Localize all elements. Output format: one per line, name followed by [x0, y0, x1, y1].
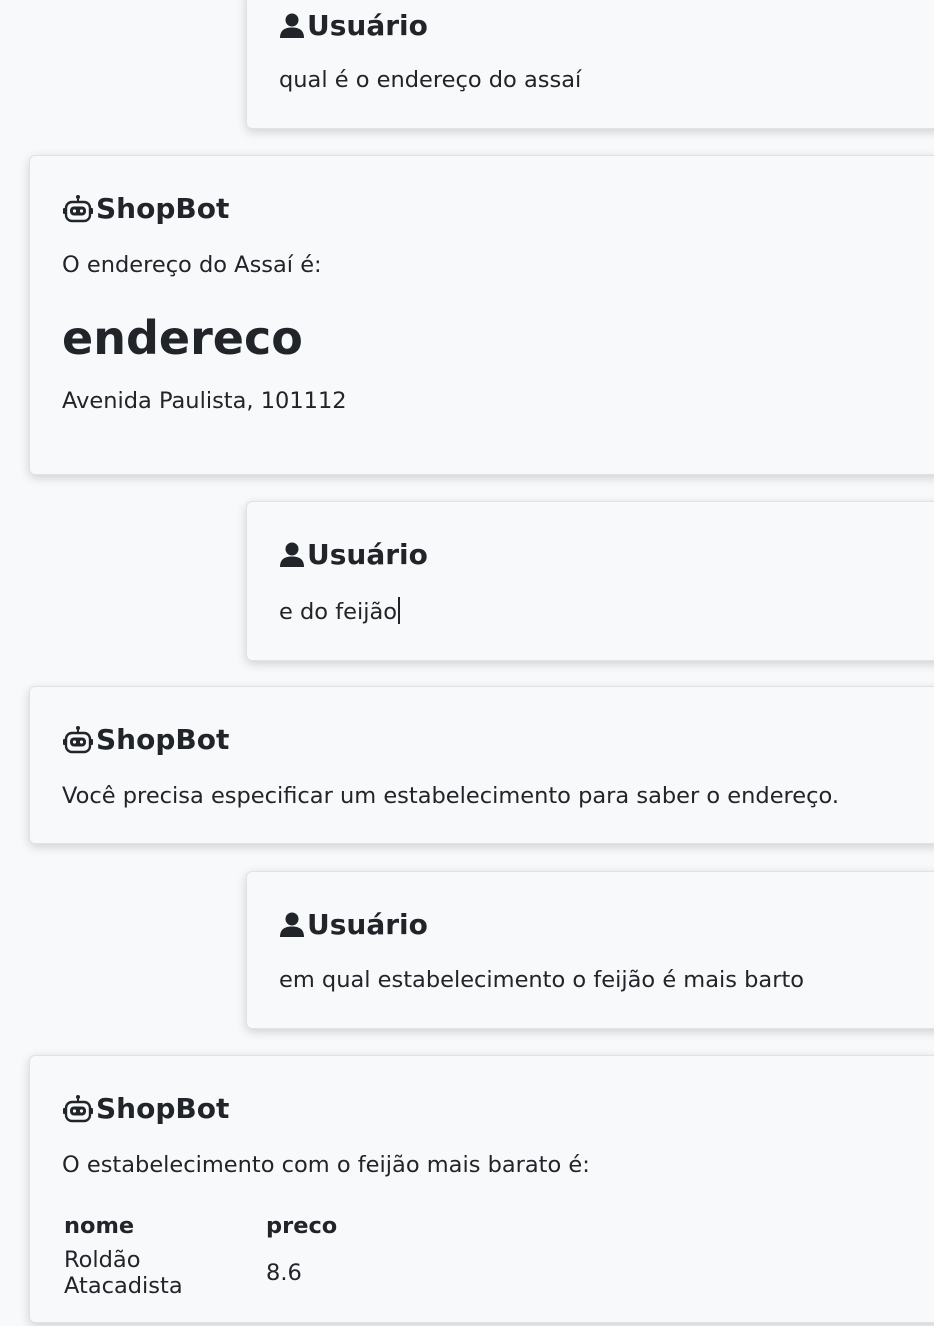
sender-name: ShopBot	[96, 192, 230, 225]
message-text: qual é o endereço do assaí	[279, 67, 582, 93]
user-icon	[279, 541, 305, 569]
robot-icon	[62, 725, 94, 755]
message-header: Usuário	[279, 9, 428, 42]
sender-name: Usuário	[307, 538, 428, 571]
result-heading: endereco	[62, 311, 303, 365]
cell-preco: 8.6	[266, 1260, 302, 1286]
user-message-3: Usuário em qual estabelecimento o feijão…	[246, 871, 934, 1029]
user-message-2: Usuário e do feijão	[246, 501, 934, 661]
message-header: ShopBot	[62, 192, 229, 225]
sender-name: ShopBot	[96, 723, 230, 756]
robot-icon	[62, 194, 94, 224]
message-header: Usuário	[279, 908, 428, 941]
column-header-preco: preco	[266, 1213, 338, 1239]
sender-name: Usuário	[307, 9, 428, 42]
message-text-content: e do feijão	[279, 599, 398, 625]
robot-icon	[62, 1094, 94, 1124]
message-header: ShopBot	[62, 723, 229, 756]
message-text: Você precisa especificar um estabelecime…	[62, 783, 840, 809]
bot-message-2: ShopBot Você precisa especificar um esta…	[29, 686, 934, 844]
message-header: Usuário	[279, 538, 428, 571]
message-text: em qual estabelecimento o feijão é mais …	[279, 967, 805, 993]
table-row: Roldão Atacadista 8.6	[62, 1247, 339, 1299]
text-cursor	[398, 597, 401, 624]
message-header: ShopBot	[62, 1092, 229, 1125]
user-message-1: Usuário qual é o endereço do assaí	[246, 0, 934, 129]
message-text: e do feijão	[279, 597, 401, 625]
user-icon	[279, 911, 305, 939]
message-text: O endereço do Assaí é:	[62, 252, 322, 278]
user-icon	[279, 12, 305, 40]
sender-name: Usuário	[307, 908, 428, 941]
table-header-row: nome preco	[62, 1213, 339, 1247]
message-text: O estabelecimento com o feijão mais bara…	[62, 1152, 590, 1178]
bot-message-1: ShopBot O endereço do Assaí é: endereco …	[29, 155, 934, 475]
result-table: nome preco Roldão Atacadista 8.6	[62, 1213, 339, 1299]
column-header-nome: nome	[64, 1213, 135, 1239]
sender-name: ShopBot	[96, 1092, 230, 1125]
bot-message-3: ShopBot O estabelecimento com o feijão m…	[29, 1055, 934, 1323]
result-detail: Avenida Paulista, 101112	[62, 388, 347, 414]
cell-nome: Roldão Atacadista	[64, 1247, 183, 1299]
